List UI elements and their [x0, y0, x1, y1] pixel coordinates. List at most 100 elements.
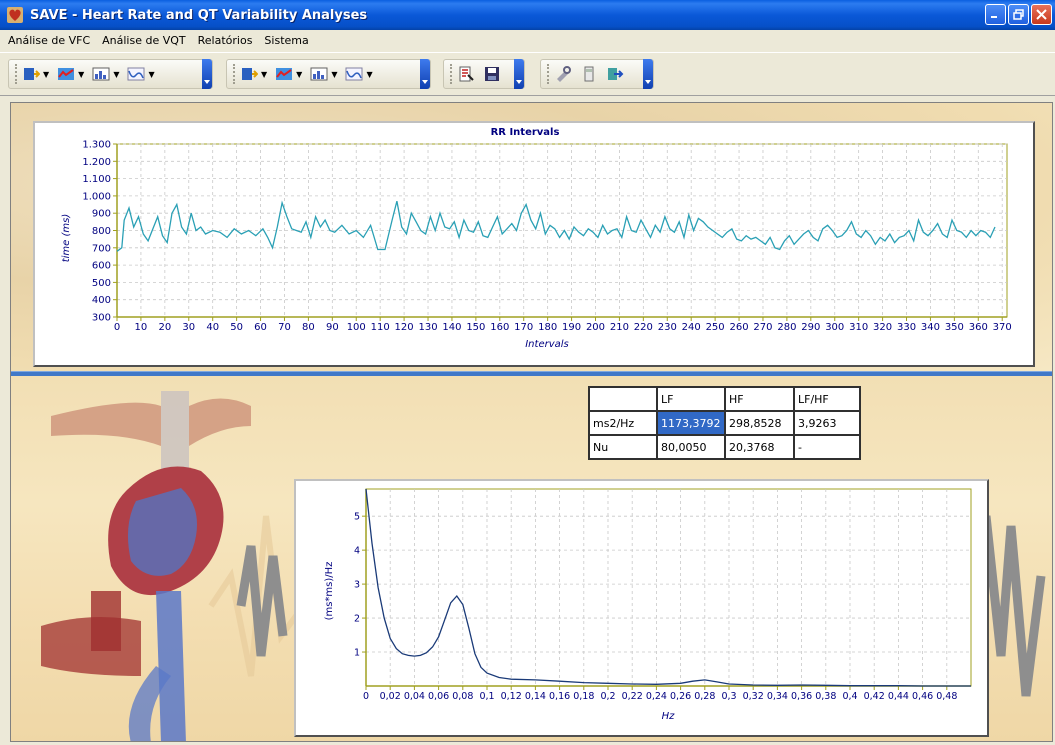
- restore-button[interactable]: [1008, 4, 1029, 25]
- toolbar-group-vqt: ▼ ▼ ▼ ▼: [226, 59, 431, 89]
- x-tick-label: 0,42: [864, 691, 885, 702]
- toolbar-chevron[interactable]: [202, 59, 212, 89]
- save-report-button[interactable]: [483, 62, 501, 86]
- histogram-button[interactable]: ▼: [310, 62, 337, 86]
- table-cell[interactable]: Nu: [588, 434, 658, 460]
- table-cell[interactable]: 3,9263: [793, 410, 861, 436]
- close-icon: [1036, 9, 1047, 20]
- x-tick-label: 180: [538, 322, 557, 333]
- report-button[interactable]: [457, 62, 475, 86]
- x-tick-label: 360: [969, 322, 988, 333]
- x-tick-label: 0,3: [721, 691, 736, 702]
- toolbar-chevron[interactable]: [514, 59, 524, 89]
- y-tick-label: 600: [92, 261, 111, 272]
- plot-area: [365, 488, 972, 687]
- spectral-panel: LF HF LF/HF ms2/Hz 1173,3792 298,8528 3,…: [11, 376, 1052, 741]
- toolbar-group-vfc: ▼ ▼ ▼ ▼: [8, 59, 213, 89]
- x-tick-label: 0,4: [842, 691, 857, 702]
- x-tick-label: 0,38: [815, 691, 836, 702]
- tachogram-button[interactable]: ▼: [275, 62, 302, 86]
- x-tick-label: 150: [466, 322, 485, 333]
- table-row: ms2/Hz 1173,3792 298,8528 3,9263: [588, 410, 861, 436]
- calculator-button[interactable]: [580, 62, 598, 86]
- window-title: SAVE - Heart Rate and QT Variability Ana…: [30, 7, 368, 23]
- table-cell[interactable]: -: [793, 434, 861, 460]
- x-tick-label: 0,22: [622, 691, 643, 702]
- y-tick-label: 1.100: [82, 174, 111, 185]
- import-data-button[interactable]: ▼: [240, 62, 267, 86]
- y-tick-label: 1: [354, 648, 360, 659]
- y-tick-label: 500: [92, 278, 111, 289]
- import-data-icon: [24, 68, 40, 80]
- exit-button[interactable]: [606, 62, 624, 86]
- rr-chart-xlabel: Intervals: [525, 339, 569, 350]
- x-tick-label: 0,06: [428, 691, 449, 702]
- tools-button[interactable]: [554, 62, 572, 86]
- x-tick-label: 0,28: [694, 691, 715, 702]
- x-tick-label: 0,12: [501, 691, 522, 702]
- x-tick-label: 20: [158, 322, 171, 333]
- table-row: Nu 80,0050 20,3768 -: [588, 434, 861, 460]
- x-tick-label: 170: [514, 322, 533, 333]
- close-button[interactable]: [1031, 4, 1052, 25]
- x-tick-label: 0,16: [549, 691, 570, 702]
- power-spectrum-chart: (ms*ms)/Hz Hz 0 0,02 0,04 0,06 0,08 0,1 0,12 0,…: [324, 488, 972, 722]
- table-cell-selected[interactable]: 1173,3792: [656, 410, 726, 436]
- import-data-button[interactable]: ▼: [22, 62, 49, 86]
- toolbar-group-reports: [443, 59, 525, 89]
- restore-icon: [1013, 9, 1024, 20]
- x-tick-label: 0,34: [767, 691, 788, 702]
- menu-analise-vfc[interactable]: Análise de VFC: [8, 34, 90, 47]
- tachogram-button[interactable]: ▼: [57, 62, 84, 86]
- x-tick-label: 110: [371, 322, 390, 333]
- x-tick-label: 280: [777, 322, 796, 333]
- menu-analise-vqt[interactable]: Análise de VQT: [102, 34, 186, 47]
- histogram-button[interactable]: ▼: [92, 62, 119, 86]
- rr-panel: RR Intervals time (ms) Intervals 0 10 20 30…: [11, 103, 1052, 371]
- table-cell[interactable]: 20,3768: [724, 434, 795, 460]
- x-tick-label: 230: [658, 322, 677, 333]
- toolbar-grip[interactable]: [450, 64, 453, 84]
- x-tick-label: 160: [490, 322, 509, 333]
- x-tick-label: 0,04: [404, 691, 425, 702]
- menu-sistema[interactable]: Sistema: [264, 34, 308, 47]
- menu-relatorios[interactable]: Relatórios: [198, 34, 253, 47]
- x-tick-label: 340: [921, 322, 940, 333]
- x-tick-label: 270: [753, 322, 772, 333]
- y-tick-label: 900: [92, 209, 111, 220]
- x-tick-label: 320: [873, 322, 892, 333]
- table-cell[interactable]: 298,8528: [724, 410, 795, 436]
- toolbar-chevron[interactable]: [420, 59, 430, 89]
- save-report-icon: [485, 67, 499, 81]
- y-tick-label: 1.000: [82, 191, 111, 202]
- toolbar-chevron[interactable]: [643, 59, 653, 89]
- x-tick-label: 0: [114, 322, 120, 333]
- x-tick-label: 310: [849, 322, 868, 333]
- y-tick-label: 300: [92, 313, 111, 324]
- x-tick-label: 200: [586, 322, 605, 333]
- table-header-row: LF HF LF/HF: [588, 386, 861, 412]
- x-tick-label: 0,18: [573, 691, 594, 702]
- y-tick-label: 700: [92, 243, 111, 254]
- histogram-icon: [92, 67, 110, 81]
- table-header-cell: LF: [656, 386, 726, 412]
- minimize-button[interactable]: [985, 4, 1006, 25]
- x-tick-label: 0,26: [670, 691, 691, 702]
- x-tick-label: 100: [347, 322, 366, 333]
- toolbar-group-system: [540, 59, 654, 89]
- tools-icon: [557, 66, 571, 82]
- toolbar-grip[interactable]: [15, 64, 18, 84]
- toolbar-grip[interactable]: [233, 64, 236, 84]
- y-tick-label: 3: [354, 580, 360, 591]
- x-tick-label: 190: [562, 322, 581, 333]
- table-cell[interactable]: 80,0050: [656, 434, 726, 460]
- toolbar-grip[interactable]: [547, 64, 550, 84]
- psd-chart-frame: (ms*ms)/Hz Hz 0 0,02 0,04 0,06 0,08 0,1 0,12 0,…: [294, 479, 989, 737]
- spectrum-button[interactable]: ▼: [127, 62, 155, 86]
- x-tick-label: 0,08: [452, 691, 473, 702]
- spectrum-icon: [127, 67, 145, 81]
- spectrum-button[interactable]: ▼: [345, 62, 373, 86]
- x-tick-label: 80: [302, 322, 315, 333]
- table-cell[interactable]: ms2/Hz: [588, 410, 658, 436]
- x-tick-label: 250: [706, 322, 725, 333]
